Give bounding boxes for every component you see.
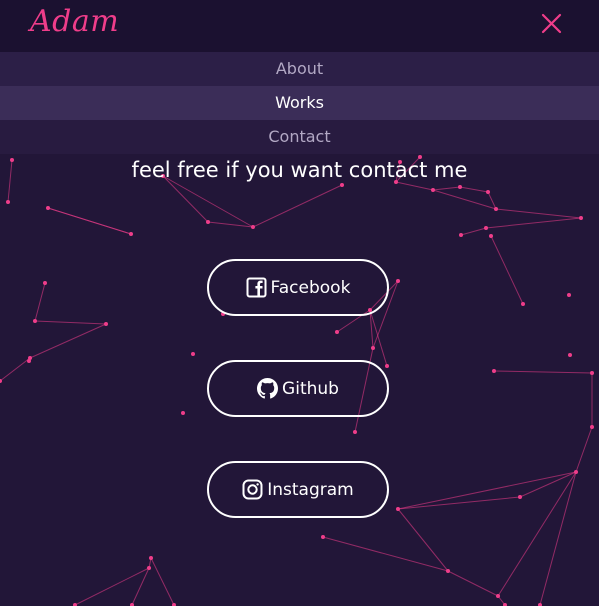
network-node (43, 281, 47, 285)
nav-menu: About Works Contact (0, 52, 599, 154)
close-icon (541, 13, 562, 34)
network-link (459, 186, 489, 193)
github-button[interactable]: Github (207, 360, 389, 417)
network-node (340, 183, 344, 187)
network-link (34, 320, 107, 325)
network-link (162, 175, 254, 228)
network-node (579, 216, 583, 220)
network-node (353, 430, 357, 434)
network-node (486, 190, 490, 194)
network-link (397, 508, 449, 572)
network-node (129, 232, 133, 236)
network-node (33, 319, 37, 323)
network-node (518, 495, 522, 499)
network-node (574, 470, 578, 474)
network-link (34, 282, 46, 322)
instagram-icon (242, 479, 263, 500)
network-link (447, 570, 499, 597)
instagram-button[interactable]: Instagram (207, 461, 389, 518)
facebook-icon (246, 277, 267, 298)
network-node (147, 566, 151, 570)
close-button[interactable] (538, 9, 566, 37)
network-node (385, 364, 389, 368)
network-link (252, 184, 343, 228)
logo[interactable]: Adam (30, 4, 119, 39)
network-link (485, 217, 582, 229)
network-node (371, 346, 375, 350)
page: Adam About Works Contact feel free if yo… (0, 0, 599, 606)
network-node (489, 234, 493, 238)
network-link (0, 357, 31, 382)
instagram-label: Instagram (267, 479, 354, 500)
network-node (251, 225, 255, 229)
network-node (321, 535, 325, 539)
network-node (149, 556, 153, 560)
nav-item-contact[interactable]: Contact (0, 120, 599, 154)
network-node (458, 185, 462, 189)
network-link (495, 208, 582, 219)
nav-item-about[interactable]: About (0, 52, 599, 86)
network-link (74, 567, 150, 606)
network-link (131, 567, 150, 606)
network-node (590, 371, 594, 375)
network-node (181, 411, 185, 415)
network-node (484, 226, 488, 230)
network-node (492, 369, 496, 373)
network-node (431, 188, 435, 192)
network-node (446, 569, 450, 573)
network-node (459, 233, 463, 237)
network-link (322, 536, 449, 572)
network-node (521, 302, 525, 306)
network-link (432, 186, 461, 191)
facebook-button[interactable]: Facebook (207, 259, 389, 316)
network-link (397, 471, 577, 510)
network-link (490, 235, 524, 305)
network-node (396, 279, 400, 283)
network-node (46, 206, 50, 210)
network-link (29, 323, 107, 359)
network-link (575, 426, 593, 473)
network-node (27, 359, 31, 363)
network-link (497, 471, 577, 597)
network-node (568, 353, 572, 357)
network-node (104, 322, 108, 326)
network-link (162, 175, 209, 223)
network-link (397, 496, 521, 510)
network-link (493, 370, 593, 374)
network-node (335, 330, 339, 334)
network-node (191, 352, 195, 356)
network-node (206, 220, 210, 224)
facebook-label: Facebook (270, 277, 351, 298)
network-link (47, 207, 132, 235)
network-node (567, 293, 571, 297)
network-node (6, 200, 10, 204)
network-link (539, 471, 577, 606)
network-link (460, 227, 487, 236)
network-node (590, 425, 594, 429)
network-link (395, 181, 434, 191)
nav-item-works[interactable]: Works (0, 86, 599, 120)
network-link (150, 557, 175, 606)
github-label: Github (282, 378, 339, 399)
header: Adam (0, 0, 599, 52)
github-icon (257, 378, 279, 399)
network-node (494, 207, 498, 211)
network-node (496, 594, 500, 598)
contact-tagline: feel free if you want contact me (131, 158, 468, 182)
network-node (396, 507, 400, 511)
